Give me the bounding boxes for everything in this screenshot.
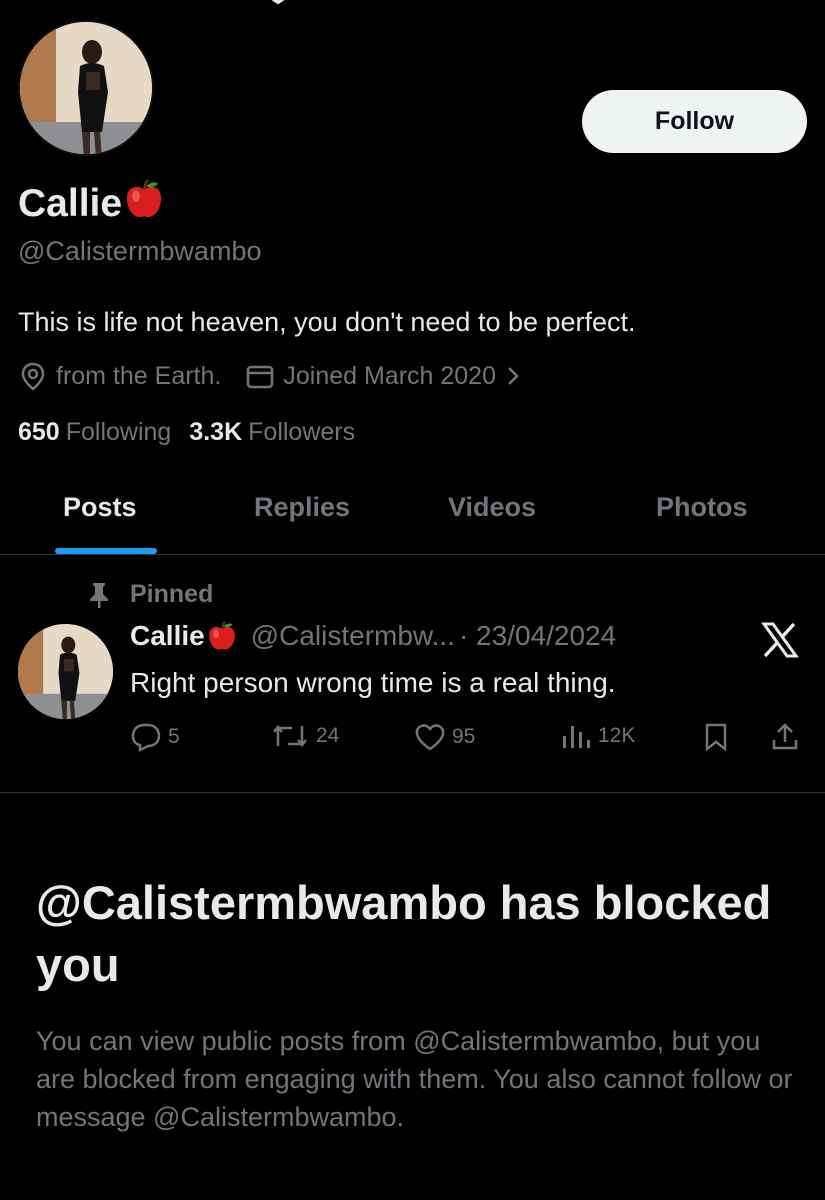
repost-icon [273, 724, 307, 748]
post-date[interactable]: · 23/04/2024 [459, 620, 616, 652]
followers-count: 3.3K [189, 418, 243, 446]
post-header: Callie @Calistermbw... · 23/04/2024 [130, 620, 616, 652]
followers-stat[interactable]: 3.3K Followers [189, 418, 355, 447]
tab-replies[interactable]: Replies [254, 492, 350, 523]
post-author-handle[interactable]: @Calistermbw... [251, 620, 455, 652]
following-stat[interactable]: 650 Following [18, 418, 171, 447]
top-chevron [258, 0, 298, 8]
joined-date[interactable]: Joined March 2020 [245, 361, 520, 391]
reply-action[interactable]: 5 [130, 722, 180, 752]
blocked-title: @Calistermbwambo has blocked you [36, 876, 772, 991]
post-actions: 5 24 95 12K [130, 722, 810, 756]
following-count: 650 [18, 418, 60, 446]
following-label: Following [65, 418, 172, 446]
post-text: Right person wrong time is a real thing. [130, 667, 616, 698]
post-author-avatar[interactable] [18, 624, 113, 719]
tab-videos[interactable]: Videos [448, 492, 536, 523]
share-action[interactable] [770, 722, 806, 752]
profile-stats: 650 Following 3.3K Followers [18, 418, 373, 447]
location-text: from the Earth. [56, 361, 222, 390]
like-count: 95 [452, 725, 476, 748]
reply-count: 5 [168, 725, 180, 748]
profile-display-name: Callie [18, 178, 164, 230]
follow-button[interactable]: Follow [582, 90, 807, 153]
blocked-description: You can view public posts from @Calister… [36, 1026, 793, 1132]
pin-icon [88, 581, 114, 609]
tab-photos[interactable]: Photos [656, 492, 748, 523]
share-icon [772, 723, 798, 750]
views-action[interactable]: 12K [560, 722, 635, 750]
pinned-indicator: Pinned [88, 580, 213, 609]
location-pin-icon [18, 361, 48, 391]
profile-handle: @Calistermbwambo [18, 236, 262, 266]
profile-bio: This is life not heaven, you don't need … [18, 307, 636, 337]
bookmark-icon [705, 723, 727, 752]
tab-posts[interactable]: Posts [63, 492, 137, 523]
display-name-text: Callie [18, 182, 123, 225]
x-logo-icon[interactable] [760, 622, 800, 658]
section-divider [0, 792, 825, 793]
views-chart-icon [563, 726, 590, 748]
pinned-label: Pinned [130, 580, 214, 608]
followers-label: Followers [248, 418, 356, 446]
repost-count: 24 [316, 724, 340, 747]
location: from the Earth. [18, 361, 221, 391]
profile-tabs: Posts Replies Videos Photos [0, 480, 825, 555]
heart-icon [415, 724, 445, 751]
bookmark-action[interactable] [702, 722, 736, 752]
joined-text: Joined March 2020 [283, 361, 496, 390]
chevron-right-icon [506, 365, 520, 387]
calendar-icon [245, 361, 275, 391]
apple-emoji-icon [124, 178, 164, 230]
active-tab-indicator [55, 548, 157, 554]
profile-avatar[interactable] [18, 20, 154, 156]
profile-meta: from the Earth. Joined March 2020 [18, 358, 544, 394]
post-author-name[interactable]: Callie [130, 620, 205, 652]
repost-action[interactable]: 24 [270, 722, 339, 750]
apple-emoji-icon [207, 620, 237, 652]
views-count: 12K [598, 724, 636, 747]
like-action[interactable]: 95 [414, 722, 475, 752]
reply-icon [131, 723, 161, 752]
